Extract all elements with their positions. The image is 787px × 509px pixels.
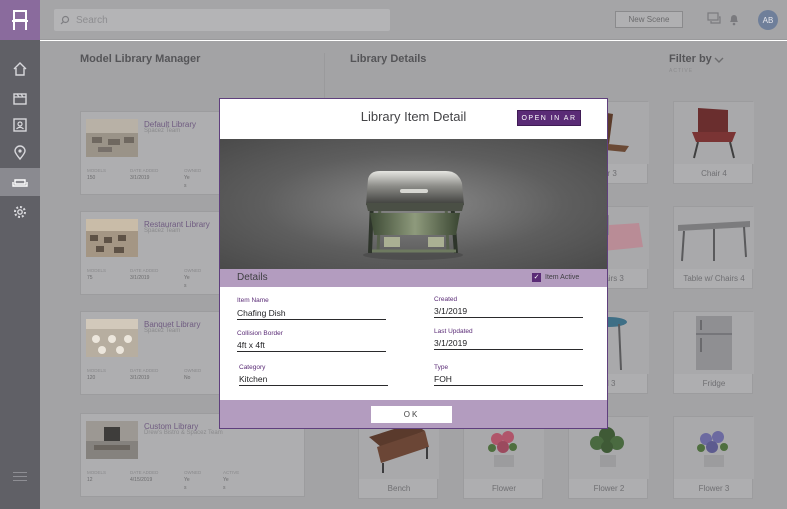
nav-models[interactable] [0,168,40,196]
last-updated-field[interactable]: 3/1/2019 [434,338,583,350]
owned-value: Ye s [184,477,190,491]
filter-by-dropdown[interactable]: Filter by [669,53,712,65]
date-added-label: DATE ADDED [130,268,159,273]
owned-value: Ye s [184,175,190,189]
library-item-detail-modal: Library Item Detail OPEN IN AR Details ✓… [219,98,608,429]
sofa-icon [12,179,28,187]
item-card[interactable]: Fridge [673,311,754,394]
chevron-down-icon[interactable] [714,57,724,64]
item-name-field[interactable]: Chafing Dish [237,308,386,320]
owned-label: OWNED [184,268,202,273]
collision-border-field[interactable]: 4ft x 4ft [237,340,386,352]
nav-home[interactable] [0,55,40,83]
library-thumbnail [86,319,138,357]
models-label: MODELS [87,368,107,373]
item-active-label: Item Active [545,274,580,281]
contacts-icon [13,118,27,132]
item-image [674,312,754,374]
model-library-manager-title: Model Library Manager [80,53,201,65]
gear-icon [14,206,26,218]
nav-locations[interactable] [0,139,40,167]
collision-border-label: Collision Border [237,330,283,337]
type-label: Type [434,364,449,371]
modal-footer: OK [220,400,607,428]
location-pin-icon [14,145,26,161]
user-avatar[interactable]: AB [758,10,778,30]
category-field[interactable]: Kitchen [239,374,388,386]
date-added-label: DATE ADDED [130,470,159,475]
item-card[interactable]: Chair 4 [673,101,754,184]
ok-button[interactable]: OK [371,406,452,423]
top-bar: Search New Scene AB [40,0,787,40]
models-value: 120 [87,375,96,381]
active-label: ACTIVE [223,470,240,475]
category-label: Category [239,364,266,371]
film-icon [13,93,27,105]
library-subtitle: Drew's Bistro & Spacez Team [144,430,223,436]
owned-value: No [184,375,191,381]
library-details-title: Library Details [350,53,427,65]
item-image [674,417,754,479]
date-value: 3/1/2019 [130,375,150,381]
date-value: 3/1/2019 [130,175,150,181]
type-field[interactable]: FOH [434,374,583,386]
details-bar: Details ✓ Item Active [220,269,607,287]
item-label: Table w/ Chairs 4 [683,274,745,283]
models-value: 12 [87,477,93,483]
nav-scenes[interactable] [0,84,40,112]
chafing-dish-image [363,171,464,260]
owned-label: OWNED [184,168,202,173]
new-scene-button[interactable]: New Scene [615,11,683,28]
library-subtitle: Spacez Team [144,228,181,234]
item-image [674,102,754,164]
search-box[interactable]: Search [54,9,390,31]
item-label: Bench [387,484,411,493]
owned-label: OWNED [184,470,202,475]
home-icon [13,62,27,76]
nav-settings[interactable] [0,198,40,226]
created-label: Created [434,296,458,303]
item-label: Chair 4 [701,169,727,178]
models-label: MODELS [87,268,107,273]
models-label: MODELS [87,168,107,173]
item-label: Fridge [702,379,726,388]
search-icon [60,15,70,25]
model-preview[interactable] [220,139,607,269]
date-added-label: DATE ADDED [130,168,159,173]
logo-chair-icon[interactable] [0,0,40,40]
sidebar [0,0,40,509]
models-value: 75 [87,275,93,281]
library-subtitle: Spacez Team [144,128,181,134]
library-thumbnail [86,119,138,157]
item-label: Flower 3 [698,484,730,493]
models-value: 150 [87,175,96,181]
item-name-label: Item Name [237,297,269,304]
library-subtitle: Spacez Team [144,328,181,334]
created-field[interactable]: 3/1/2019 [434,306,583,318]
bell-icon[interactable] [728,12,740,26]
date-value: 3/1/2019 [130,275,150,281]
nav-contacts[interactable] [0,111,40,139]
open-in-ar-button[interactable]: OPEN IN AR [517,110,581,126]
search-input[interactable]: Search [76,15,108,26]
item-image [674,207,754,269]
models-label: MODELS [87,470,107,475]
item-label: Flower 2 [593,484,625,493]
item-label: Flower [491,484,516,493]
item-active-checkbox[interactable]: ✓ [532,273,541,282]
active-value: Ye s [223,477,229,491]
owned-label: OWNED [184,368,202,373]
menu-icon[interactable] [13,472,27,482]
date-added-label: DATE ADDED [130,368,159,373]
owned-value: Ye s [184,275,190,289]
date-value: 4/15/2019 [130,477,153,483]
filter-sub-label: ACTIVE [669,68,694,74]
item-card[interactable]: Flower 3 [673,416,754,499]
last-updated-label: Last Updated [434,328,473,335]
library-thumbnail [86,421,138,459]
chat-icon[interactable] [707,12,722,26]
details-label: Details [237,272,268,283]
library-thumbnail [86,219,138,257]
item-card[interactable]: Table w/ Chairs 4 [673,206,754,289]
